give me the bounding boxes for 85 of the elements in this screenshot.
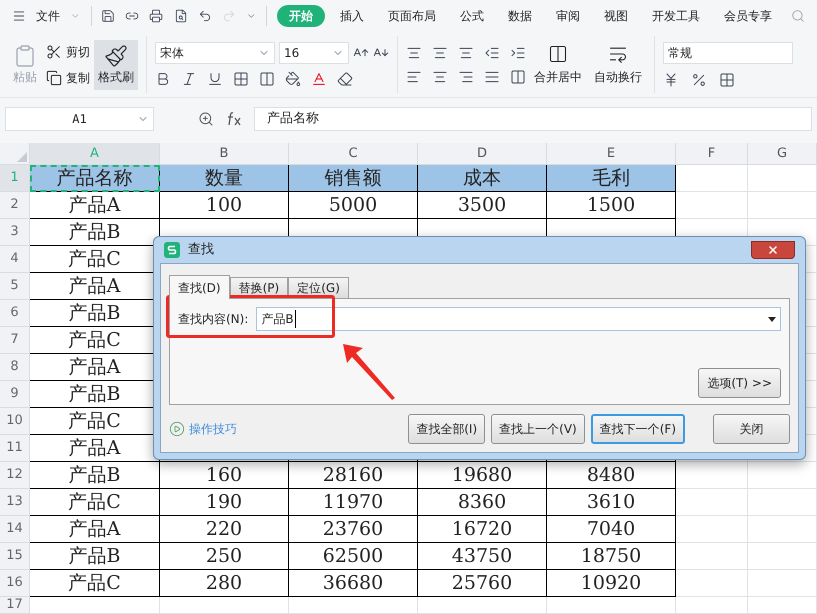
row-header[interactable]: 7 [0,327,30,354]
row-header[interactable]: 8 [0,354,30,381]
table-cell: 7040 [547,516,676,543]
dialog-button[interactable]: 查找上一个(V) [491,414,585,444]
table-cell: 190 [160,489,289,516]
column-header[interactable]: B [160,143,289,164]
dialog-title: 查找 [188,241,214,260]
ribbon-tab[interactable]: 公式 [451,5,493,27]
row-header[interactable]: 12 [0,462,30,489]
copy-button[interactable]: 复制 [46,68,90,86]
font-size-field[interactable]: 16 [279,42,349,64]
table-cell: 毛利 [547,165,676,192]
table-cell: 250 [160,543,289,570]
row-header[interactable]: 16 [0,570,30,597]
table-cell: 8360 [418,489,547,516]
ribbon-tab[interactable]: 视图 [595,5,637,27]
table-cell: 23760 [289,516,418,543]
column-header[interactable]: G [748,143,817,164]
table-cell: 产品A [30,516,160,543]
formula-field[interactable]: 产品名称 [254,106,812,130]
row-header[interactable]: 15 [0,543,30,570]
file-menu[interactable]: 文件 [36,7,60,25]
row-header[interactable]: 14 [0,516,30,543]
cut-button[interactable]: 剪切 [46,42,90,60]
table-cell: 数量 [160,165,289,192]
table-cell: 11970 [289,489,418,516]
table-cell: 产品名称 [30,165,160,192]
ribbon-tab[interactable]: 数据 [499,5,541,27]
dialog-tab[interactable]: 查找(D) [169,275,230,299]
table-cell: 16720 [418,516,547,543]
ribbon-tab[interactable]: 审阅 [547,5,589,27]
table-cell: 220 [160,516,289,543]
table-cell: 62500 [289,543,418,570]
table-cell: 成本 [418,165,547,192]
ribbon-tab[interactable]: 会员专享 [715,5,781,27]
table-cell: 43750 [418,543,547,570]
table-cell: 18750 [547,543,676,570]
row-header[interactable]: 6 [0,300,30,327]
row-header[interactable]: 4 [0,246,30,273]
row-header[interactable]: 9 [0,381,30,408]
table-cell: 8480 [547,462,676,489]
find-label: 查找内容(N): [178,311,248,328]
ribbon-tab[interactable]: 开发工具 [643,5,709,27]
row-header[interactable]: 2 [0,192,30,219]
table-cell: 3610 [547,489,676,516]
ribbon-tab[interactable]: 插入 [331,5,373,27]
row-header[interactable]: 10 [0,408,30,435]
column-header[interactable]: E [547,143,676,164]
row-header[interactable]: 5 [0,273,30,300]
table-cell: 10920 [547,570,676,597]
table-cell: 5000 [289,192,418,219]
table-cell: 1500 [547,192,676,219]
wrap-text-button[interactable]: 自动换行 [594,32,642,97]
font-name-field[interactable]: 宋体 [155,42,275,64]
number-format-field[interactable]: 常规 [663,42,793,64]
row-header[interactable]: 11 [0,435,30,462]
format-painter-button[interactable]: 格式刷 [94,40,138,90]
name-box[interactable]: A1 [5,106,154,130]
table-cell: 3500 [418,192,547,219]
dialog-button[interactable]: 查找下一个(F) [590,414,685,444]
table-cell: 160 [160,462,289,489]
table-cell: 36680 [289,570,418,597]
ribbon-tab[interactable]: 页面布局 [379,5,445,27]
table-cell: 产品C [30,489,160,516]
table-cell: 19680 [418,462,547,489]
dialog-button[interactable]: 查找全部(I) [408,414,486,444]
table-cell: 销售额 [289,165,418,192]
row-header[interactable]: 3 [0,219,30,246]
column-header[interactable]: C [289,143,418,164]
table-cell: 产品A [30,192,160,219]
find-field[interactable]: 产品B [256,307,781,331]
column-header[interactable]: D [418,143,547,164]
table-cell: 280 [160,570,289,597]
dialog-button[interactable]: 关闭 [713,414,790,444]
table-cell: 产品B [30,462,160,489]
merge-center-button[interactable]: 合并居中 [534,32,582,97]
column-header[interactable]: F [676,143,748,164]
table-cell: 产品B [30,543,160,570]
table-cell: 产品C [30,570,160,597]
table-cell: 28160 [289,462,418,489]
options-button[interactable]: 选项(T) >> [698,368,781,398]
row-header[interactable]: 13 [0,489,30,516]
table-cell: 25760 [418,570,547,597]
row-header[interactable]: 17 [0,597,30,614]
table-cell: 100 [160,192,289,219]
